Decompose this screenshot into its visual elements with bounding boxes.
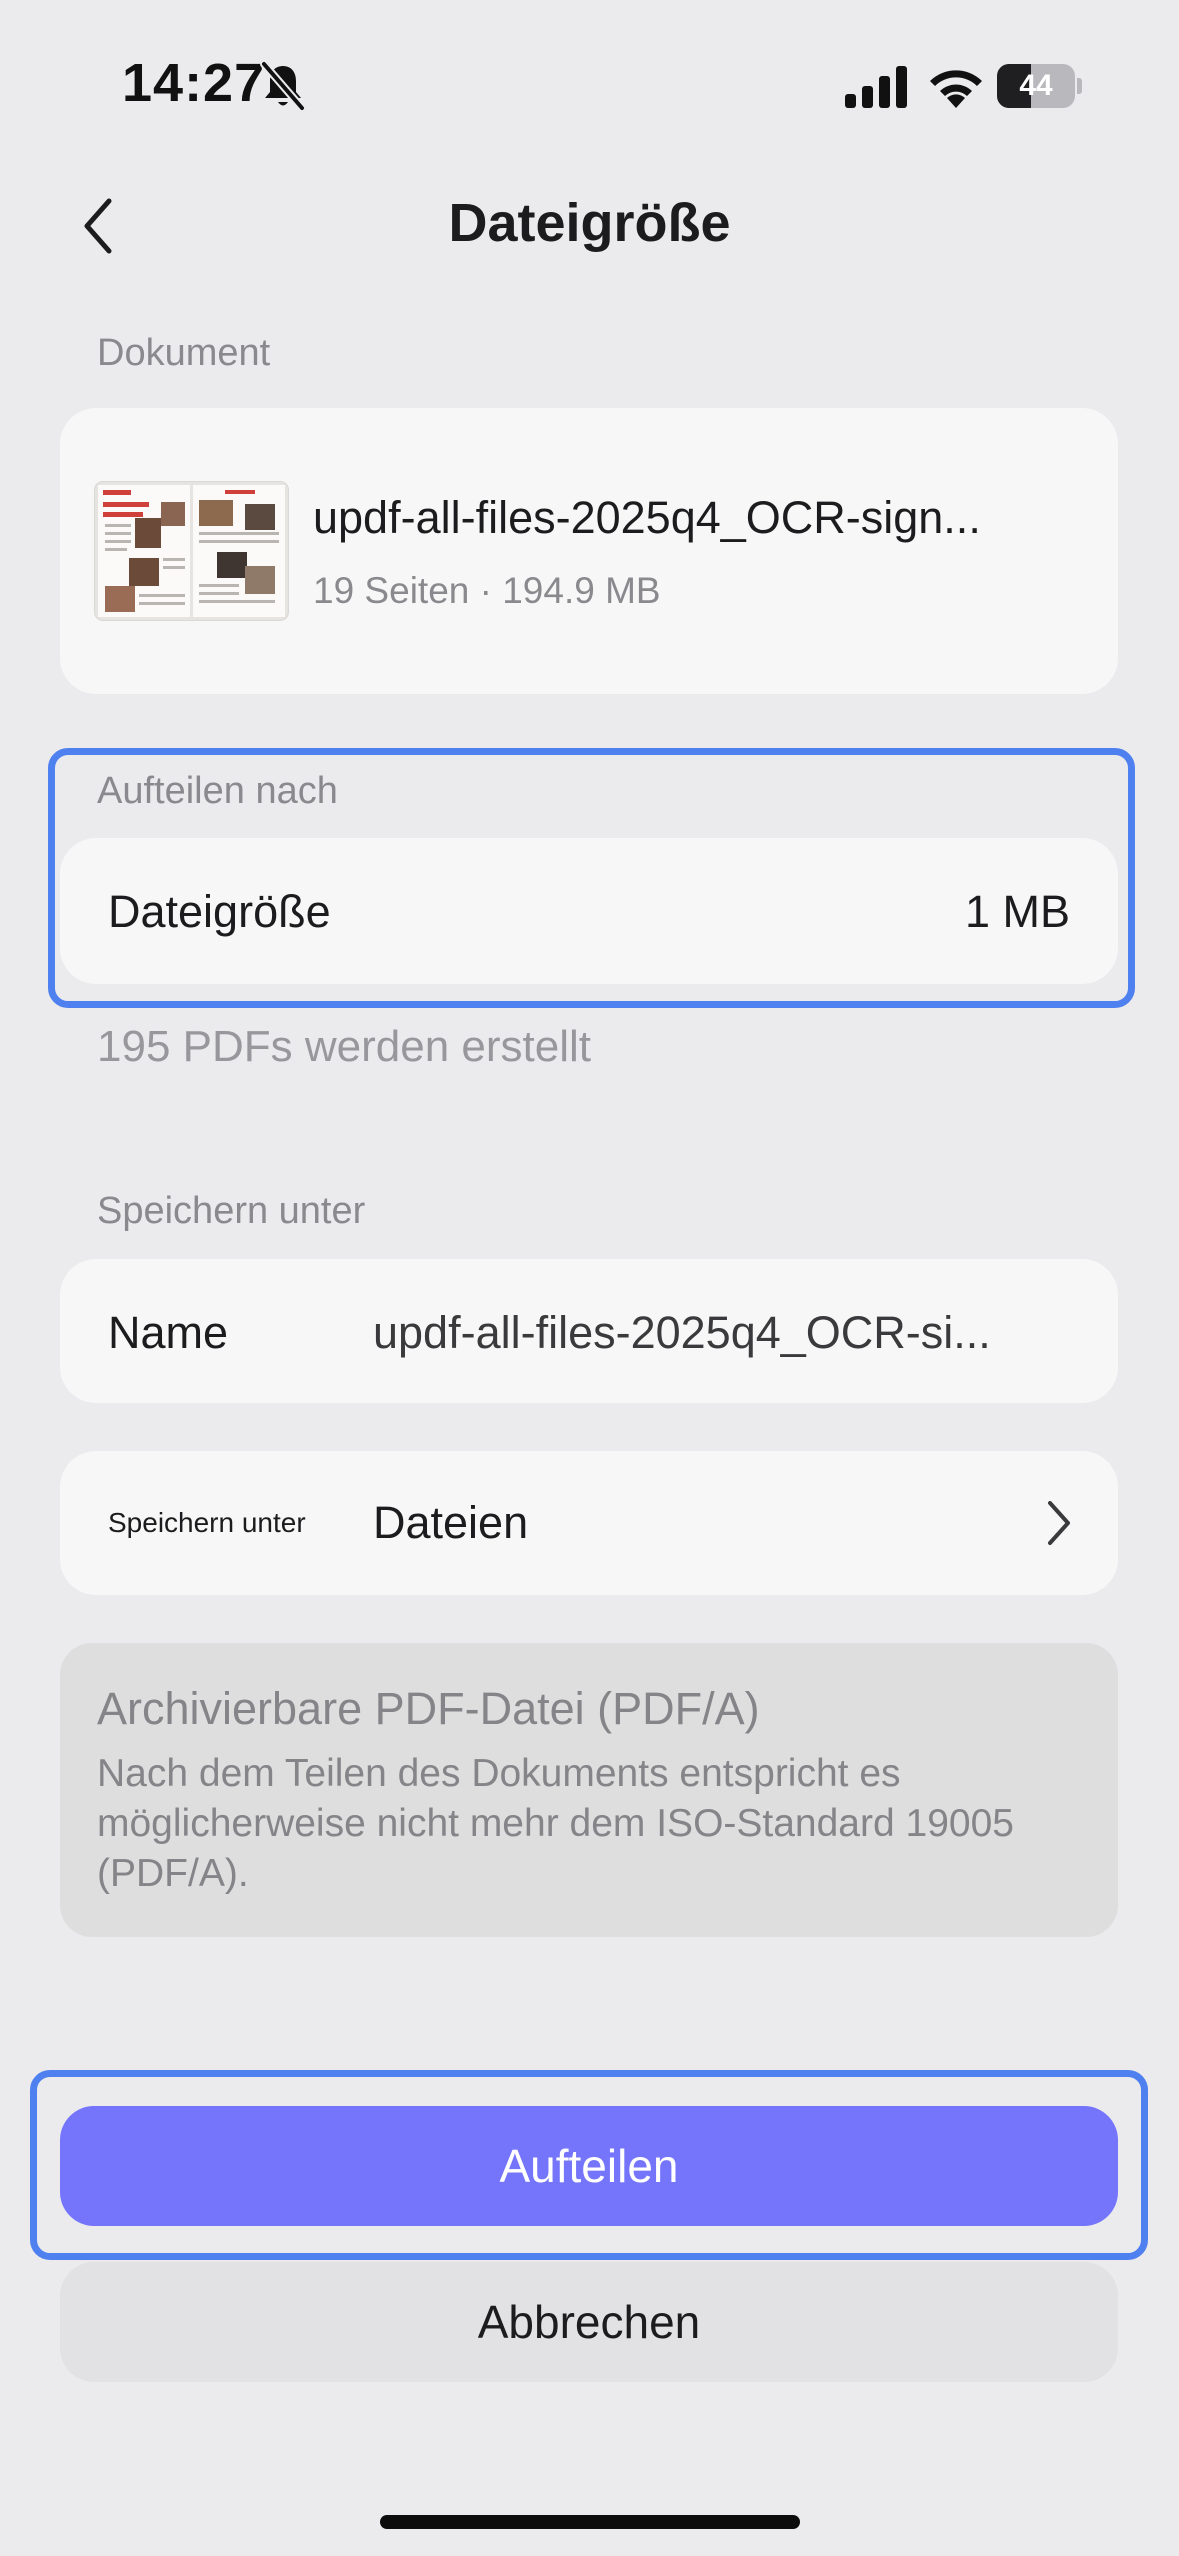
- battery-level: 44: [1019, 69, 1053, 102]
- battery-icon: 44: [997, 64, 1082, 108]
- home-indicator[interactable]: [380, 2515, 800, 2529]
- save-location-row[interactable]: Speichern unter Dateien: [60, 1451, 1118, 1595]
- cancel-button[interactable]: Abbrechen: [60, 2262, 1118, 2382]
- document-section-label: Dokument: [97, 332, 271, 374]
- split-size-value: 1 MB: [964, 886, 1070, 937]
- split-button[interactable]: Aufteilen: [60, 2106, 1118, 2226]
- split-by-label: Dateigröße: [108, 886, 331, 937]
- document-meta: 19 Seiten · 194.9 MB: [313, 570, 661, 611]
- file-name-row[interactable]: Name updf-all-files-2025q4_OCR-si...: [60, 1259, 1118, 1403]
- save-section-label: Speichern unter: [97, 1190, 366, 1232]
- save-location-label: Speichern unter: [108, 1507, 306, 1538]
- bell-slash-icon: [260, 60, 306, 112]
- wifi-icon: [930, 70, 982, 108]
- pdfa-description: Nach dem Teilen des Dokuments entspricht…: [97, 1752, 1014, 1895]
- file-name-label: Name: [108, 1307, 229, 1358]
- document-card: updf-all-files-2025q4_OCR-sign... 19 Sei…: [60, 408, 1118, 694]
- document-file-name: updf-all-files-2025q4_OCR-sign...: [313, 492, 981, 543]
- status-time: 14:27: [122, 53, 266, 113]
- save-location-value: Dateien: [373, 1497, 529, 1548]
- pdfa-title: Archivierbare PDF-Datei (PDF/A): [97, 1683, 760, 1734]
- pdfa-option-card: Archivierbare PDF-Datei (PDF/A) Nach dem…: [60, 1643, 1118, 1937]
- chevron-right-icon: [1048, 1501, 1070, 1545]
- split-by-row[interactable]: Dateigröße 1 MB: [60, 838, 1118, 984]
- page-title: Dateigröße: [448, 193, 731, 253]
- file-name-field[interactable]: updf-all-files-2025q4_OCR-si...: [373, 1307, 1093, 1359]
- split-result-info: 195 PDFs werden erstellt: [97, 1022, 591, 1071]
- document-thumbnail: [95, 482, 288, 620]
- cellular-signal-icon: [845, 66, 907, 108]
- split-by-section-label: Aufteilen nach: [97, 770, 338, 812]
